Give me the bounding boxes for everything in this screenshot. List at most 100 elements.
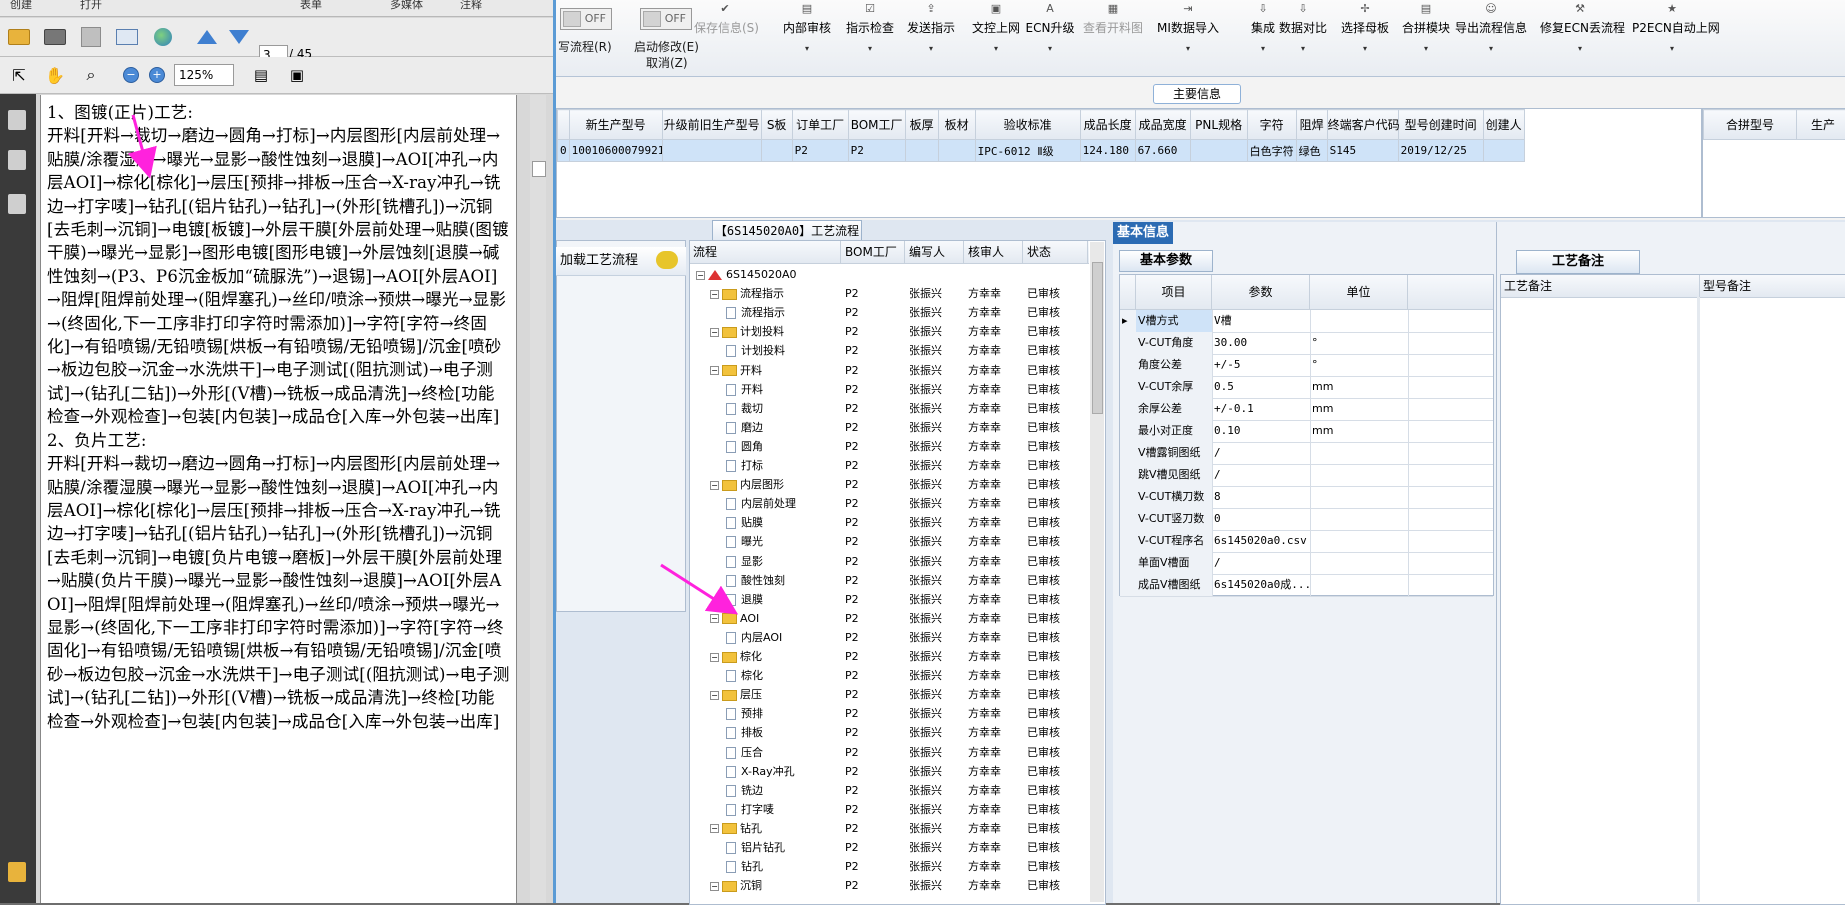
zoom-in-icon[interactable]: + xyxy=(144,62,170,88)
ribbon-button[interactable]: ⇥MI数据导入▾ xyxy=(1157,0,1219,75)
start-modify-button[interactable]: 启动修改(E) xyxy=(634,38,699,55)
basic-param-row[interactable]: V-CUT横刀数8 xyxy=(1120,486,1493,509)
param-value[interactable]: 6s145020a0.csv xyxy=(1212,530,1311,552)
flow-row[interactable]: −6S145020A0 xyxy=(690,265,1089,284)
main-info-col[interactable]: 新生产型号 xyxy=(569,110,662,140)
collapse-toggle-icon[interactable]: − xyxy=(710,481,719,490)
ribbon-button[interactable]: ▤合拼模块▾ xyxy=(1402,0,1450,75)
remark-splitter[interactable] xyxy=(1697,297,1700,902)
flow-row[interactable]: −计划投料P2张振兴方幸幸已审核 xyxy=(690,322,1089,341)
basic-param-row[interactable]: 单面V槽面/ xyxy=(1120,552,1493,575)
write-flow-button[interactable]: 写流程(R) xyxy=(558,38,612,55)
flow-row[interactable]: 曝光P2张振兴方幸幸已审核 xyxy=(690,532,1089,551)
flow-row[interactable]: −沉铜P2张振兴方幸幸已审核 xyxy=(690,876,1089,895)
cancel-button[interactable]: 取消(Z) xyxy=(646,54,688,71)
collapse-toggle-icon[interactable]: − xyxy=(710,653,719,662)
select-cursor-icon[interactable]: ⇱ xyxy=(6,62,32,88)
collapse-toggle-icon[interactable]: − xyxy=(696,271,705,280)
zoom-out-icon[interactable]: − xyxy=(118,62,144,88)
basic-param-row[interactable]: ▸V槽方式V槽 xyxy=(1120,310,1493,333)
pdf-menu-item[interactable]: 多媒体 xyxy=(390,0,423,12)
flow-row[interactable]: 压合P2张振兴方幸幸已审核 xyxy=(690,743,1089,762)
main-info-col[interactable]: 终端客户代码 xyxy=(1327,110,1398,140)
flow-row[interactable]: 显影P2张振兴方幸幸已审核 xyxy=(690,552,1089,571)
flow-row[interactable]: X-Ray冲孔P2张振兴方幸幸已审核 xyxy=(690,762,1089,781)
main-info-col[interactable]: 订单工厂 xyxy=(792,110,848,140)
ribbon-button[interactable]: ▣文控上网▾ xyxy=(972,0,1020,75)
print-icon[interactable] xyxy=(42,24,68,50)
snapshot-zoom-icon[interactable]: ⌕ xyxy=(78,62,104,88)
main-info-col[interactable]: 验收标准 xyxy=(975,110,1080,140)
param-value[interactable]: / xyxy=(1212,552,1311,574)
flow-row[interactable]: −钻孔P2张振兴方幸幸已审核 xyxy=(690,819,1089,838)
collapse-toggle-icon[interactable]: − xyxy=(710,824,719,833)
basic-param-row[interactable]: V-CUT程序名6s145020a0.csv xyxy=(1120,530,1493,553)
main-info-col[interactable]: 成品长度 xyxy=(1080,110,1135,140)
main-info-col[interactable]: 阻焊 xyxy=(1296,110,1327,140)
param-value[interactable]: 6s145020a0成... xyxy=(1212,574,1311,596)
tab-process-remark[interactable]: 工艺备注 xyxy=(1516,250,1640,274)
ribbon-button[interactable]: ★P2ECN自动上网▾ xyxy=(1632,0,1712,75)
ribbon-button[interactable]: AECN升级▾ xyxy=(1024,0,1076,75)
open-folder-icon[interactable] xyxy=(6,24,32,50)
flow-row[interactable]: −层压P2张振兴方幸幸已审核 xyxy=(690,685,1089,704)
toggle-switch-2[interactable]: OFF xyxy=(640,8,692,30)
tab-basic-params[interactable]: 基本参数 xyxy=(1119,250,1213,272)
email-icon[interactable] xyxy=(114,24,140,50)
flow-row[interactable]: 内层前处理P2张振兴方幸幸已审核 xyxy=(690,494,1089,513)
main-info-col[interactable]: 字符 xyxy=(1247,110,1296,140)
flow-scrollbar[interactable] xyxy=(1090,242,1104,902)
flow-row[interactable]: 棕化P2张振兴方幸幸已审核 xyxy=(690,666,1089,685)
toggle-switch-1[interactable]: OFF xyxy=(560,8,612,30)
pdf-menu-item[interactable]: 创建 xyxy=(10,0,32,12)
comment-bubble-icon[interactable] xyxy=(656,251,678,269)
flow-row[interactable]: 贴膜P2张振兴方幸幸已审核 xyxy=(690,513,1089,532)
flow-row[interactable]: 钻孔P2张振兴方幸幸已审核 xyxy=(690,857,1089,876)
next-page-icon[interactable] xyxy=(226,24,252,50)
basic-param-row[interactable]: V槽露铜图纸/ xyxy=(1120,442,1493,465)
collapse-toggle-icon[interactable]: − xyxy=(710,290,719,299)
collapse-toggle-icon[interactable]: − xyxy=(710,614,719,623)
main-info-row[interactable]: 010010600079921P2P2IPC-6012 Ⅱ级124.18067.… xyxy=(558,140,1525,162)
flow-row[interactable]: −内层图形P2张振兴方幸幸已审核 xyxy=(690,475,1089,494)
flow-col[interactable]: 流程 xyxy=(690,241,841,263)
ribbon-button[interactable]: ⇩数据对比▾ xyxy=(1278,0,1328,75)
flow-col[interactable]: 状态 xyxy=(1024,241,1088,263)
flow-row[interactable]: 圆角P2张振兴方幸幸已审核 xyxy=(690,437,1089,456)
zoom-level-select[interactable]: 125% xyxy=(174,64,234,86)
flow-row[interactable]: 打标P2张振兴方幸幸已审核 xyxy=(690,456,1089,475)
ribbon-button[interactable]: ☑指示检查▾ xyxy=(843,0,897,75)
param-value[interactable]: / xyxy=(1212,464,1311,486)
param-value[interactable]: 0.5 xyxy=(1212,376,1311,398)
flow-row[interactable]: 开料P2张振兴方幸幸已审核 xyxy=(690,380,1089,399)
flow-row[interactable]: −AOIP2张振兴方幸幸已审核 xyxy=(690,609,1089,628)
prev-page-icon[interactable] xyxy=(194,24,220,50)
fit-width-icon[interactable]: ▤ xyxy=(248,62,274,88)
hand-tool-icon[interactable]: ✋ xyxy=(42,62,68,88)
flow-row[interactable]: 流程指示P2张振兴方幸幸已审核 xyxy=(690,303,1089,322)
basic-param-row[interactable]: V-CUT角度30.00° xyxy=(1120,332,1493,355)
main-info-col[interactable]: PNL规格 xyxy=(1190,110,1247,140)
flow-row[interactable]: −流程指示P2张振兴方幸幸已审核 xyxy=(690,284,1089,303)
param-value[interactable]: 8 xyxy=(1212,486,1311,508)
flow-row[interactable]: −棕化P2张振兴方幸幸已审核 xyxy=(690,647,1089,666)
flow-row[interactable]: 裁切P2张振兴方幸幸已审核 xyxy=(690,399,1089,418)
ribbon-button[interactable]: ✔保存信息(S) xyxy=(694,0,756,75)
main-info-col[interactable]: 型号创建时间 xyxy=(1398,110,1483,140)
basic-param-row[interactable]: 余厚公差+/-0.1mm xyxy=(1120,398,1493,421)
flow-row[interactable]: 内层AOIP2张振兴方幸幸已审核 xyxy=(690,628,1089,647)
flow-col[interactable]: 核审人 xyxy=(965,241,1023,263)
save-icon[interactable] xyxy=(78,24,104,50)
basic-param-row[interactable]: V-CUT余厚0.5mm xyxy=(1120,376,1493,399)
ribbon-button[interactable]: ⚒修复ECN丢流程▾ xyxy=(1540,0,1620,75)
flow-row[interactable]: 预排P2张振兴方幸幸已审核 xyxy=(690,704,1089,723)
basic-param-row[interactable]: 跳V槽见图纸/ xyxy=(1120,464,1493,487)
param-value[interactable]: +/-5 xyxy=(1212,354,1311,376)
main-info-col[interactable]: 创建人 xyxy=(1483,110,1524,140)
fit-page-icon[interactable]: ▣ xyxy=(284,62,310,88)
signatures-panel-icon[interactable] xyxy=(8,194,26,214)
basic-param-row[interactable]: 最小对正度0.10mm xyxy=(1120,420,1493,443)
main-info-col[interactable]: BOM工厂 xyxy=(848,110,905,140)
pdf-scrollbar[interactable] xyxy=(530,95,546,903)
basic-param-row[interactable]: 成品V槽图纸6s145020a0成... xyxy=(1120,574,1493,597)
